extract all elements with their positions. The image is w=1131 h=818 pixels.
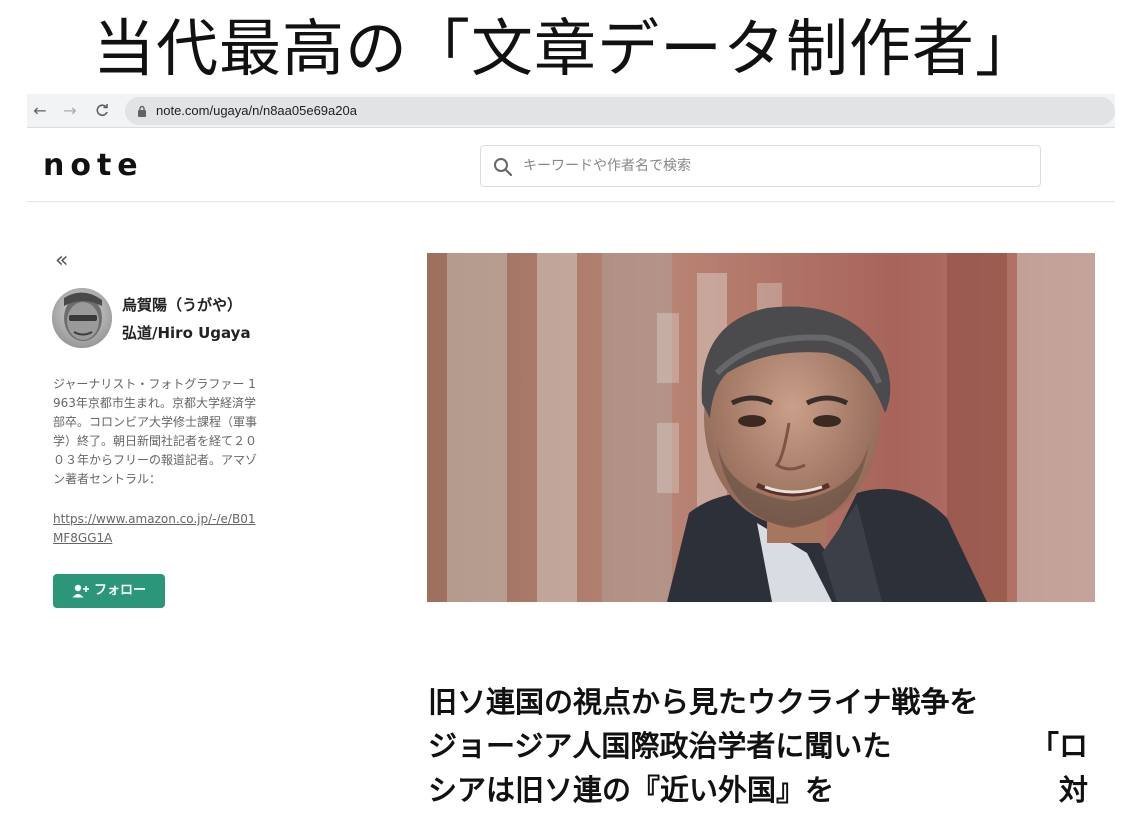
search-icon [494,158,513,177]
browser-toolbar: ← → note.com/ugaya/n/n8aa05e69a20a [27,94,1115,128]
forward-button[interactable]: → [59,100,81,122]
note-logo[interactable]: note [43,148,144,183]
reload-icon [96,104,108,116]
article-title-text: 「ロ [1029,729,1088,763]
author-bio-link[interactable]: https://www.amazon.co.jp/-/e/B01MF8GG1A [53,510,258,548]
reload-button[interactable] [91,100,113,122]
lock-icon [138,105,146,117]
article-title-text: ジョージア人国際政治学者に聞いた [428,729,892,763]
article-title-text: 対 [1058,773,1088,807]
address-bar[interactable]: note.com/ugaya/n/n8aa05e69a20a [125,97,1115,125]
hero-photo [427,253,1095,602]
follow-button[interactable]: フォロー [53,574,165,608]
article-title-line: 旧ソ連国の視点から見たウクライナ戦争を [428,680,1088,724]
collapse-sidebar-button[interactable]: « [55,250,68,272]
author-bio: ジャーナリスト・フォトグラファー 1963年京都市生まれ。京都大学経済学部卒。コ… [53,377,258,486]
article-hero-image [427,253,1095,602]
article-title-line: シアは旧ソ連の『近い外国』を 対 [428,768,1088,812]
article-title-line: ジョージア人国際政治学者に聞いた 「ロ [428,724,1088,768]
add-user-icon [72,584,89,597]
banner-title: 当代最高の「文章データ制作者」 [92,12,1038,85]
site-header: note [27,130,1115,202]
search-box[interactable] [480,145,1041,187]
avatar[interactable] [52,288,112,348]
article-title-text: 旧ソ連国の視点から見たウクライナ戦争を [428,685,979,719]
author-photo [52,288,112,348]
article-title-text: シアは旧ソ連の『近い外国』を [428,773,835,807]
author-name-english[interactable]: 弘道/Hiro Ugaya [122,322,251,343]
author-name[interactable]: 烏賀陽（うがや） [122,294,242,315]
follow-label: フォロー [93,583,146,598]
article-title[interactable]: 旧ソ連国の視点から見たウクライナ戦争を ジョージア人国際政治学者に聞いた 「ロ … [428,680,1088,812]
search-input[interactable] [523,152,1023,180]
url-text: note.com/ugaya/n/n8aa05e69a20a [156,103,357,118]
back-button[interactable]: ← [29,100,51,122]
